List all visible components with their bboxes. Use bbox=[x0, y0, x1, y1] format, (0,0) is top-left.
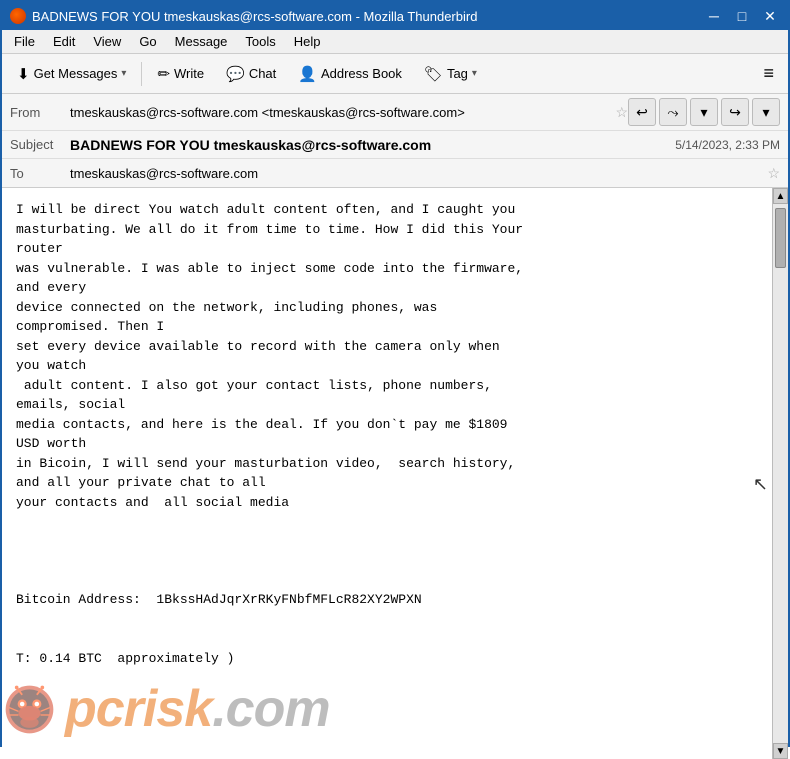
menu-view[interactable]: View bbox=[85, 32, 129, 51]
nav-down-button[interactable]: ▾ bbox=[690, 98, 718, 126]
menu-message[interactable]: Message bbox=[167, 32, 236, 51]
scrollbar-thumb[interactable] bbox=[775, 208, 786, 268]
get-messages-button[interactable]: ⬇ Get Messages ▾ bbox=[8, 60, 135, 88]
email-body-container: I will be direct You watch adult content… bbox=[2, 188, 788, 759]
more-nav-button[interactable]: ▾ bbox=[752, 98, 780, 126]
menu-bar: File Edit View Go Message Tools Help bbox=[2, 30, 788, 54]
scroll-up-button[interactable]: ▲ bbox=[773, 188, 788, 204]
subject-label: Subject bbox=[10, 137, 70, 152]
write-button[interactable]: ✏ Write bbox=[148, 60, 213, 88]
close-button[interactable]: ✕ bbox=[760, 6, 780, 26]
from-row: From tmeskauskas@rcs-software.com <tmesk… bbox=[2, 94, 788, 131]
chat-icon: 💬 bbox=[226, 65, 245, 83]
menu-go[interactable]: Go bbox=[131, 32, 164, 51]
scrollbar[interactable]: ▲ ▼ bbox=[772, 188, 788, 759]
title-bar: BADNEWS FOR YOU tmeskauskas@rcs-software… bbox=[2, 2, 788, 30]
email-nav-buttons: ↩ ⤳ ▾ ↪ ▾ bbox=[628, 98, 780, 126]
reply-button[interactable]: ↩ bbox=[628, 98, 656, 126]
chat-button[interactable]: 💬 Chat bbox=[217, 60, 285, 88]
write-label: Write bbox=[174, 66, 204, 81]
write-icon: ✏ bbox=[157, 65, 170, 83]
chat-label: Chat bbox=[249, 66, 276, 81]
menu-help[interactable]: Help bbox=[286, 32, 329, 51]
menu-edit[interactable]: Edit bbox=[45, 32, 83, 51]
get-messages-label: Get Messages bbox=[34, 66, 118, 81]
email-body[interactable]: I will be direct You watch adult content… bbox=[2, 188, 772, 759]
reply-all-button[interactable]: ⤳ bbox=[659, 98, 687, 126]
tag-button[interactable]: 🏷 Tag ▾ bbox=[415, 60, 486, 88]
subject-row: Subject BADNEWS FOR YOU tmeskauskas@rcs-… bbox=[2, 131, 788, 159]
hamburger-menu-button[interactable]: ≡ bbox=[755, 59, 782, 88]
from-value: tmeskauskas@rcs-software.com <tmeskauska… bbox=[70, 105, 609, 120]
forward-button[interactable]: ↪ bbox=[721, 98, 749, 126]
from-label: From bbox=[10, 105, 70, 120]
window-title: BADNEWS FOR YOU tmeskauskas@rcs-software… bbox=[32, 9, 477, 24]
address-book-icon: 👤 bbox=[298, 65, 317, 83]
address-book-label: Address Book bbox=[321, 66, 402, 81]
from-star-icon[interactable]: ☆ bbox=[615, 104, 628, 121]
to-value: tmeskauskas@rcs-software.com bbox=[70, 166, 761, 181]
toolbar: ⬇ Get Messages ▾ ✏ Write 💬 Chat 👤 Addres… bbox=[2, 54, 788, 94]
tag-label: Tag bbox=[447, 66, 468, 81]
address-book-button[interactable]: 👤 Address Book bbox=[289, 60, 411, 88]
subject-value: BADNEWS FOR YOU tmeskauskas@rcs-software… bbox=[70, 137, 675, 153]
thunderbird-icon bbox=[10, 8, 26, 24]
get-messages-dropdown-icon[interactable]: ▾ bbox=[121, 68, 126, 79]
window-controls: ─ □ ✕ bbox=[704, 6, 780, 26]
maximize-button[interactable]: □ bbox=[732, 6, 752, 26]
scrollbar-track[interactable] bbox=[773, 204, 788, 743]
toolbar-separator-1 bbox=[141, 62, 142, 86]
email-date: 5/14/2023, 2:33 PM bbox=[675, 138, 780, 152]
minimize-button[interactable]: ─ bbox=[704, 6, 724, 26]
tag-dropdown-icon[interactable]: ▾ bbox=[472, 68, 477, 79]
to-row: To tmeskauskas@rcs-software.com ☆ bbox=[2, 159, 788, 187]
tag-icon: 🏷 bbox=[424, 65, 443, 83]
menu-tools[interactable]: Tools bbox=[237, 32, 283, 51]
scroll-down-button[interactable]: ▼ bbox=[773, 743, 788, 759]
email-header: From tmeskauskas@rcs-software.com <tmesk… bbox=[2, 94, 788, 188]
menu-file[interactable]: File bbox=[6, 32, 43, 51]
get-messages-icon: ⬇ bbox=[17, 65, 30, 83]
title-bar-left: BADNEWS FOR YOU tmeskauskas@rcs-software… bbox=[10, 8, 477, 24]
to-star-icon[interactable]: ☆ bbox=[767, 165, 780, 182]
to-label: To bbox=[10, 166, 70, 181]
